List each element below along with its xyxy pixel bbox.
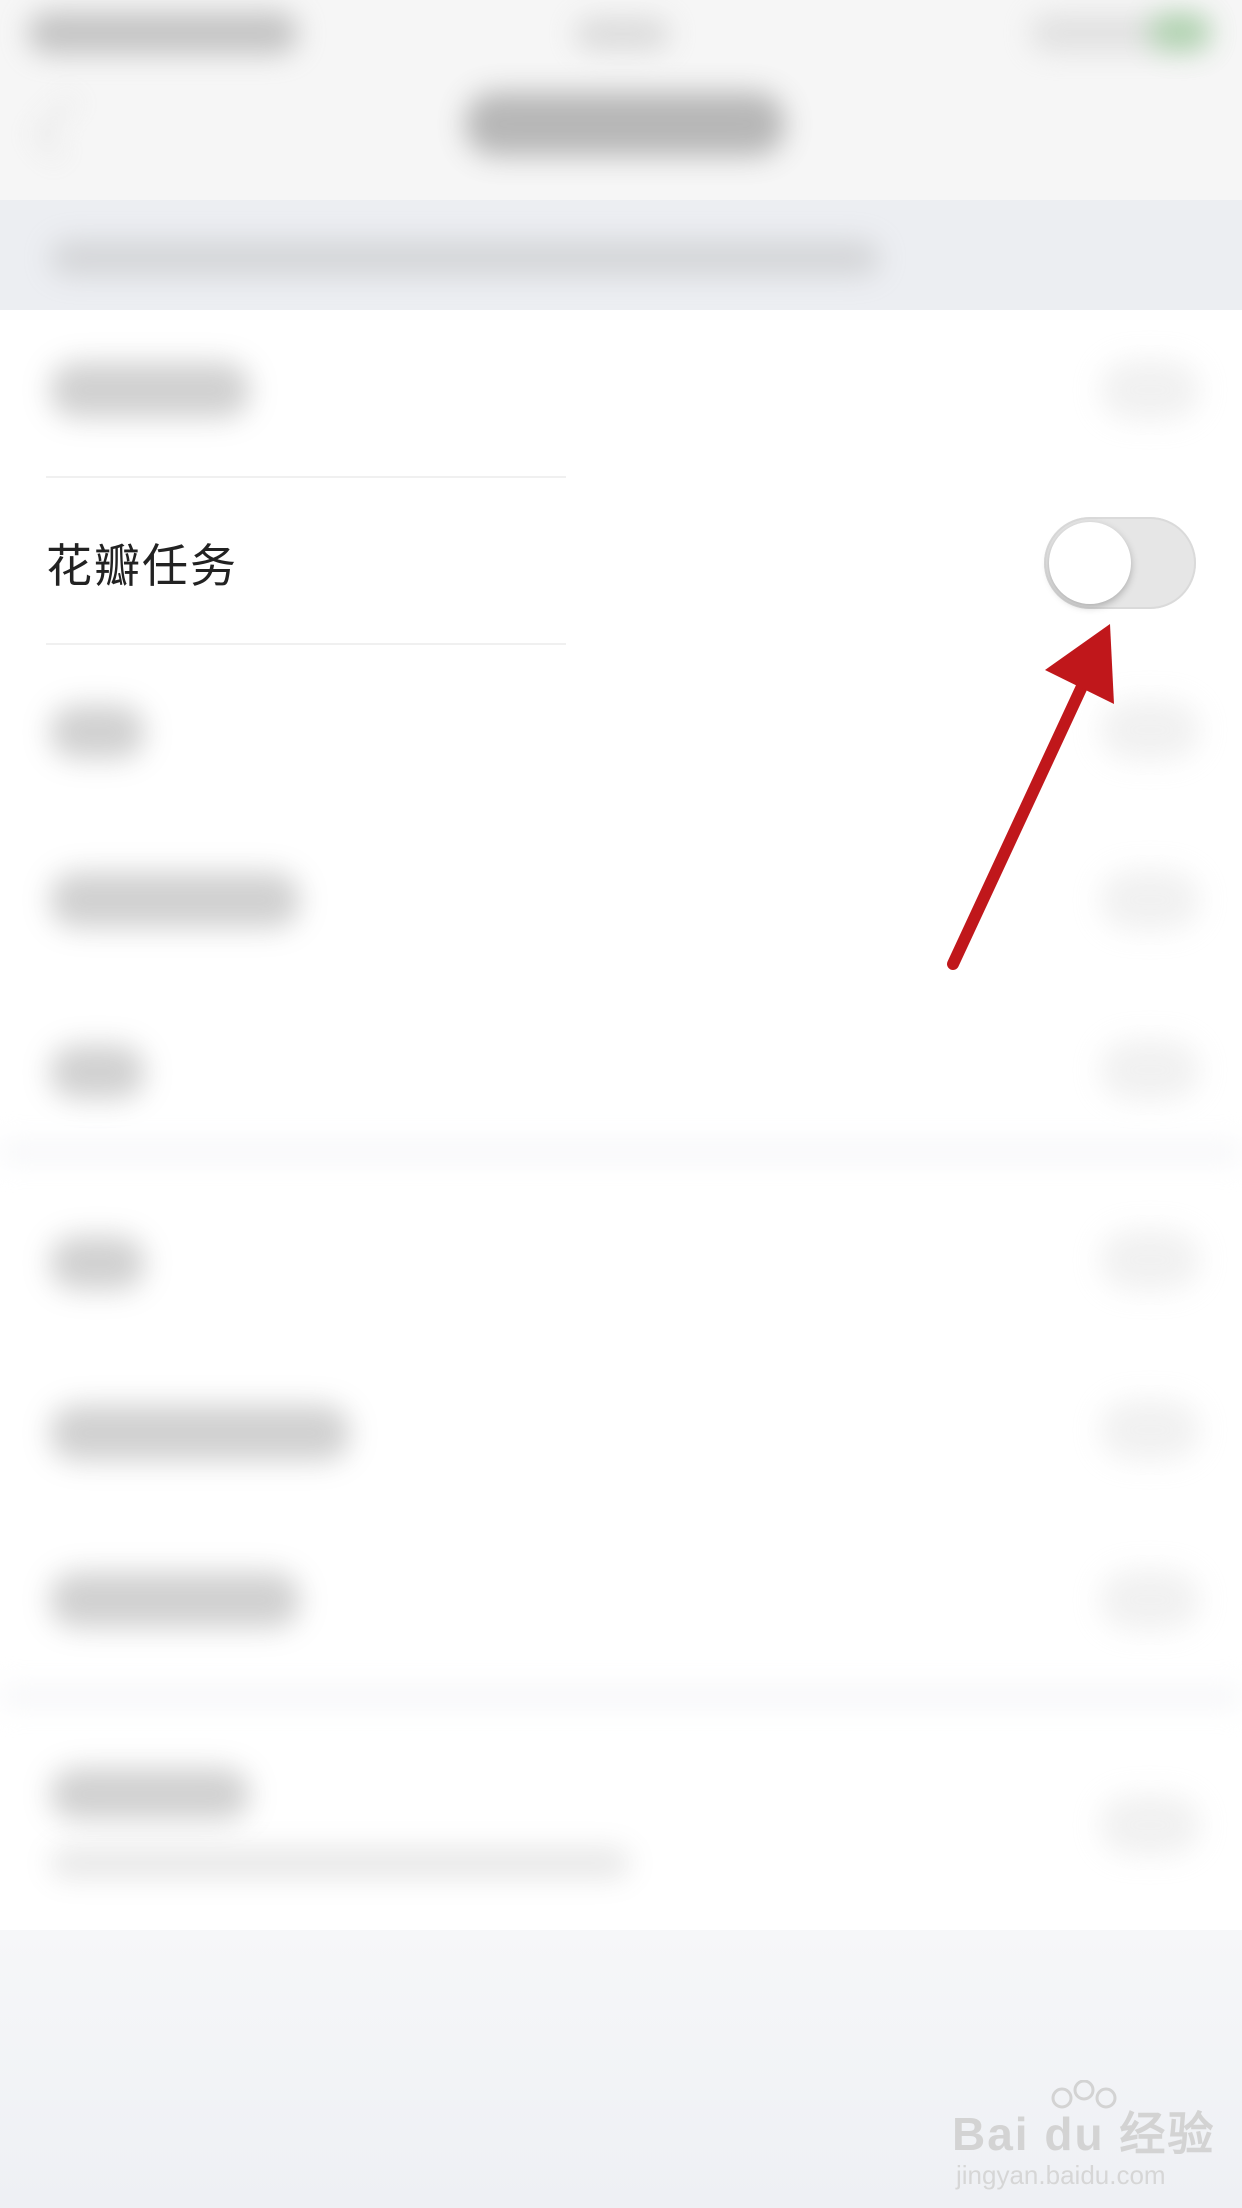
annotation-arrow bbox=[947, 624, 1114, 970]
arrow-shaft bbox=[947, 646, 1104, 970]
watermark-url: jingyan.baidu.com bbox=[956, 2160, 1166, 2190]
watermark-brand: Bai du 经验 bbox=[952, 2108, 1216, 2160]
